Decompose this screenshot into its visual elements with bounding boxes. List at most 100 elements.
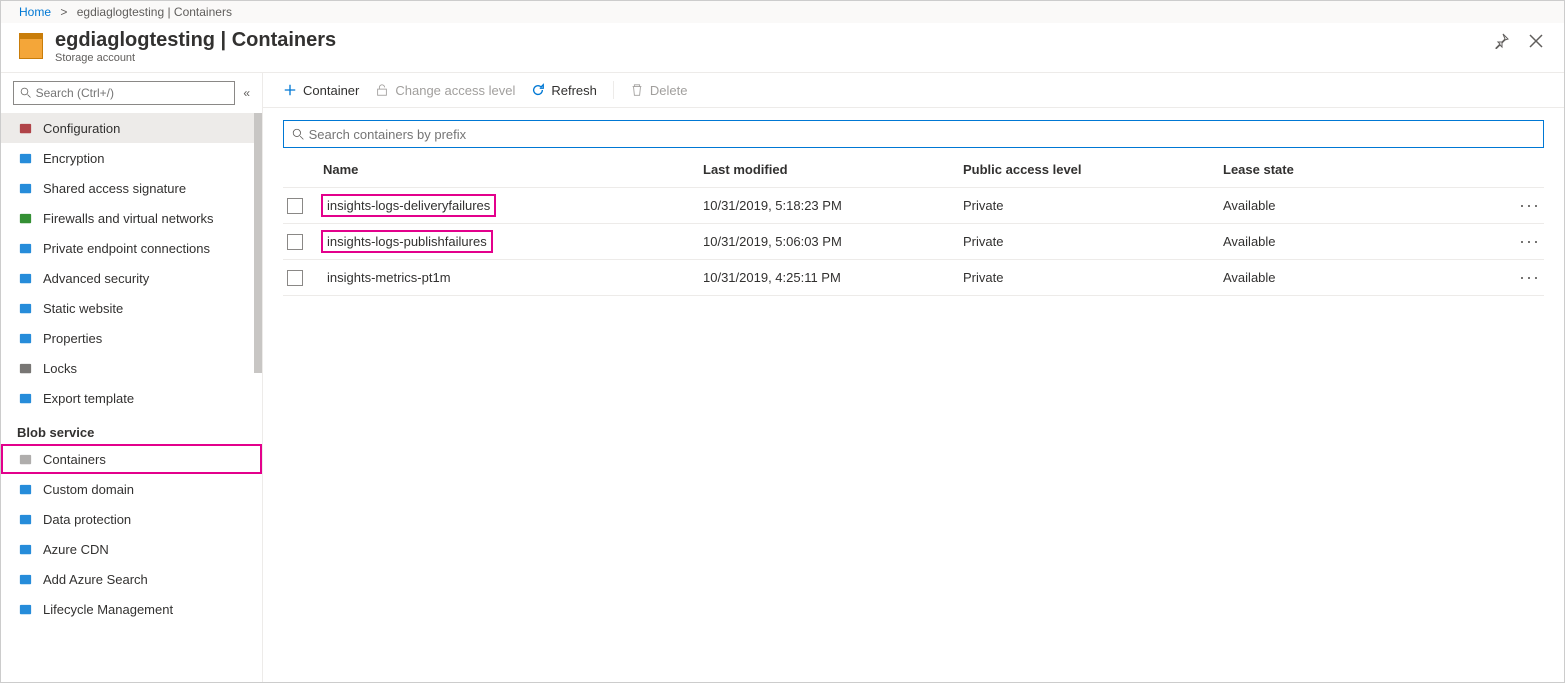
row-checkbox[interactable]	[287, 234, 303, 250]
search-icon	[20, 87, 32, 99]
container-name[interactable]: insights-metrics-pt1m	[323, 268, 455, 287]
breadcrumb-current: egdiaglogtesting | Containers	[77, 5, 232, 19]
cell-modified: 10/31/2019, 5:18:23 PM	[703, 198, 963, 213]
collapse-sidebar-icon[interactable]: «	[243, 86, 250, 100]
sidebar-item-label: Add Azure Search	[43, 572, 148, 587]
pin-icon[interactable]	[1494, 33, 1512, 51]
containers-grid: Name Last modified Public access level L…	[263, 152, 1564, 296]
grid-header: Name Last modified Public access level L…	[283, 152, 1544, 188]
link-icon	[17, 180, 33, 196]
sidebar-item-label: Encryption	[43, 151, 104, 166]
sidebar-item-encryption[interactable]: Encryption	[1, 143, 262, 173]
table-row[interactable]: insights-logs-publishfailures 10/31/2019,…	[283, 224, 1544, 260]
sidebar-item-advanced-security[interactable]: Advanced security	[1, 263, 262, 293]
shield-icon	[17, 270, 33, 286]
sidebar-item-properties[interactable]: Properties	[1, 323, 262, 353]
sidebar-item-label: Lifecycle Management	[43, 602, 173, 617]
sidebar-item-locks[interactable]: Locks	[1, 353, 262, 383]
sidebar-item-static-website[interactable]: Static website	[1, 293, 262, 323]
sidebar: « Configuration Encryption Shared access s…	[1, 73, 263, 682]
container-name[interactable]: insights-logs-publishfailures	[323, 232, 491, 251]
cell-lease: Available	[1223, 198, 1504, 213]
breadcrumb: Home > egdiaglogtesting | Containers	[1, 1, 1564, 23]
sidebar-item-label: Custom domain	[43, 482, 134, 497]
row-checkbox[interactable]	[287, 270, 303, 286]
col-name[interactable]: Name	[323, 162, 703, 177]
table-row[interactable]: insights-logs-deliveryfailures 10/31/2019…	[283, 188, 1544, 224]
delete-button: Delete	[630, 83, 688, 98]
sidebar-item-label: Advanced security	[43, 271, 149, 286]
website-icon	[17, 300, 33, 316]
sidebar-item-label: Firewalls and virtual networks	[43, 211, 214, 226]
sidebar-item-label: Configuration	[43, 121, 120, 136]
toolbar: Container Change access level Refresh De…	[263, 73, 1564, 108]
lock-icon	[17, 150, 33, 166]
col-lease[interactable]: Lease state	[1223, 162, 1504, 177]
export-icon	[17, 390, 33, 406]
cell-access: Private	[963, 198, 1223, 213]
sidebar-search[interactable]	[13, 81, 235, 105]
col-access[interactable]: Public access level	[963, 162, 1223, 177]
breadcrumb-home[interactable]: Home	[19, 5, 51, 19]
refresh-button[interactable]: Refresh	[531, 83, 597, 98]
sidebar-item-data-protection[interactable]: Data protection	[1, 504, 262, 534]
toolbar-separator	[613, 81, 614, 99]
plus-icon	[283, 83, 297, 97]
search-icon	[292, 128, 305, 141]
cloud-icon	[17, 541, 33, 557]
cycle-icon	[17, 601, 33, 617]
row-more-icon[interactable]: ···	[1504, 267, 1544, 288]
cell-access: Private	[963, 234, 1223, 249]
shield-icon	[17, 511, 33, 527]
cell-lease: Available	[1223, 270, 1504, 285]
sidebar-item-custom-domain[interactable]: Custom domain	[1, 474, 262, 504]
sidebar-item-label: Azure CDN	[43, 542, 109, 557]
chevron-right-icon: >	[60, 5, 67, 19]
container-icon	[17, 451, 33, 467]
col-modified[interactable]: Last modified	[703, 162, 963, 177]
tag-icon	[17, 481, 33, 497]
close-icon[interactable]	[1528, 33, 1546, 51]
sidebar-item-lifecycle-management[interactable]: Lifecycle Management	[1, 594, 262, 624]
sidebar-item-containers[interactable]: Containers	[1, 444, 262, 474]
sidebar-item-azure-cdn[interactable]: Azure CDN	[1, 534, 262, 564]
row-checkbox[interactable]	[287, 198, 303, 214]
main-content: Container Change access level Refresh De…	[263, 73, 1564, 682]
sidebar-section-blob: Blob service	[1, 413, 262, 444]
filter-input[interactable]	[309, 127, 1535, 142]
sidebar-item-label: Data protection	[43, 512, 131, 527]
resource-type: Storage account	[55, 52, 336, 64]
sidebar-item-private-endpoint-connections[interactable]: Private endpoint connections	[1, 233, 262, 263]
sidebar-item-label: Private endpoint connections	[43, 241, 210, 256]
app-root: Home > egdiaglogtesting | Containers egd…	[0, 0, 1565, 683]
sidebar-search-input[interactable]	[36, 86, 229, 100]
sidebar-item-shared-access-signature[interactable]: Shared access signature	[1, 173, 262, 203]
cell-lease: Available	[1223, 234, 1504, 249]
cell-modified: 10/31/2019, 5:06:03 PM	[703, 234, 963, 249]
container-name[interactable]: insights-logs-deliveryfailures	[323, 196, 494, 215]
add-container-button[interactable]: Container	[283, 83, 359, 98]
sidebar-item-configuration[interactable]: Configuration	[1, 113, 262, 143]
sidebar-item-firewalls-and-virtual-networks[interactable]: Firewalls and virtual networks	[1, 203, 262, 233]
storage-account-icon	[19, 35, 43, 59]
sidebar-item-label: Shared access signature	[43, 181, 186, 196]
cell-access: Private	[963, 270, 1223, 285]
cell-modified: 10/31/2019, 4:25:11 PM	[703, 270, 963, 285]
sidebar-item-export-template[interactable]: Export template	[1, 383, 262, 413]
sidebar-nav[interactable]: Configuration Encryption Shared access sig…	[1, 113, 262, 682]
page-header: egdiaglogtesting | Containers Storage ac…	[1, 23, 1564, 73]
filter-box[interactable]	[283, 120, 1544, 148]
row-more-icon[interactable]: ···	[1504, 195, 1544, 216]
change-access-button: Change access level	[375, 83, 515, 98]
globe-shield-icon	[17, 210, 33, 226]
cloud-search-icon	[17, 571, 33, 587]
row-more-icon[interactable]: ···	[1504, 231, 1544, 252]
sidebar-item-add-azure-search[interactable]: Add Azure Search	[1, 564, 262, 594]
scrollbar-thumb[interactable]	[254, 113, 262, 373]
sidebar-item-label: Static website	[43, 301, 123, 316]
network-icon	[17, 240, 33, 256]
sidebar-item-label: Export template	[43, 391, 134, 406]
table-row[interactable]: insights-metrics-pt1m 10/31/2019, 4:25:11…	[283, 260, 1544, 296]
sliders-icon	[17, 330, 33, 346]
refresh-icon	[531, 83, 545, 97]
